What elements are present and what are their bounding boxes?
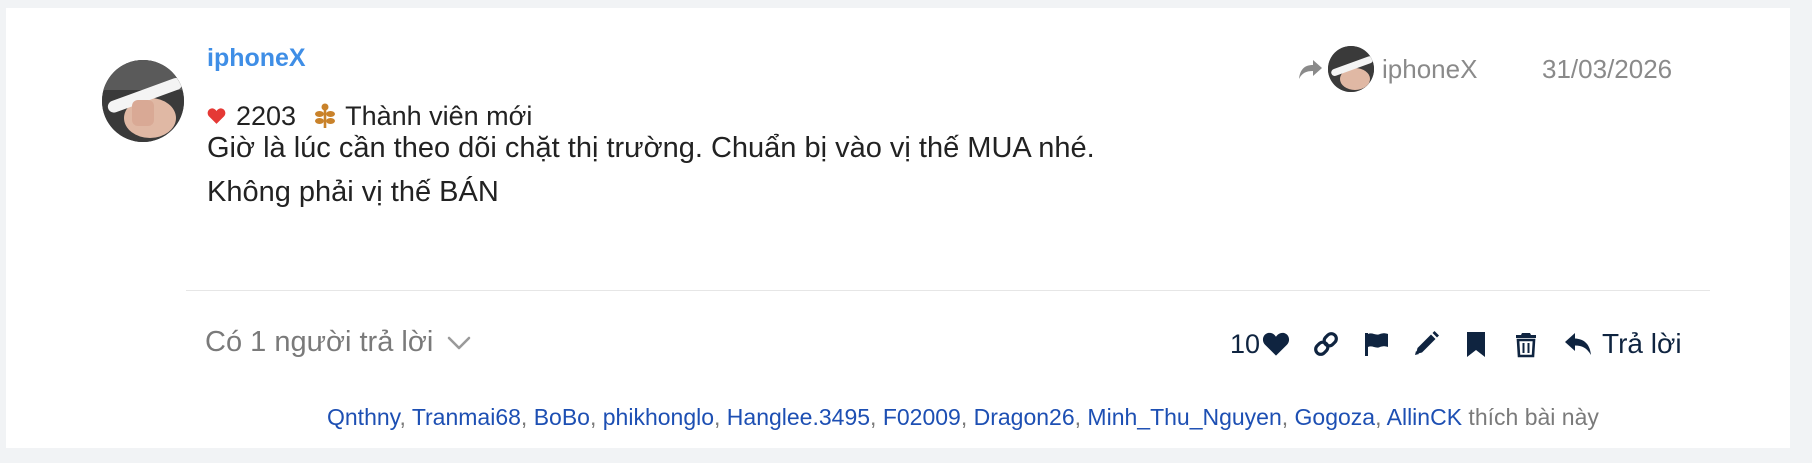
heart-icon [207, 108, 226, 124]
like-button[interactable]: 10 [1230, 329, 1290, 360]
post-date[interactable]: 31/03/2026 [1542, 54, 1672, 85]
replies-toggle[interactable]: Có 1 người trả lời [205, 326, 471, 359]
likers-suffix: thích bài này [1462, 404, 1599, 430]
chevron-down-icon [448, 336, 471, 349]
liker-separator: , [714, 404, 727, 430]
liker-separator: , [399, 404, 412, 430]
post-actions: 10 Trả lời [1230, 324, 1682, 364]
liker-separator: , [960, 404, 974, 430]
trash-icon [1516, 333, 1537, 358]
liker-link[interactable]: F02009 [883, 404, 961, 430]
heart-icon [1262, 332, 1290, 356]
liker-separator: , [1074, 404, 1088, 430]
liker-separator: , [870, 404, 883, 430]
seedling-badge-icon [315, 103, 336, 128]
liker-link[interactable]: Qnthny [327, 404, 399, 430]
report-button[interactable] [1362, 330, 1390, 358]
liker-link[interactable]: Hanglee.3495 [727, 404, 870, 430]
liker-link[interactable]: Minh_Thu_Nguyen [1087, 404, 1281, 430]
reply-button[interactable]: Trả lời [1564, 328, 1682, 360]
bookmark-button[interactable] [1462, 330, 1490, 358]
permalink-button[interactable] [1312, 330, 1340, 358]
post-card: iphoneX 2203 Thành viên mới iphoneX 31/0… [6, 8, 1790, 448]
reply-to-username: iphoneX [1382, 53, 1478, 84]
flag-icon [1365, 333, 1389, 356]
liker-link[interactable]: BoBo [534, 404, 590, 430]
liker-link[interactable]: Gogoza [1295, 404, 1376, 430]
pencil-icon [1415, 331, 1440, 355]
likers-names: Qnthny, Tranmai68, BoBo, phikhonglo, Han… [327, 404, 1462, 430]
post-username[interactable]: iphoneX [207, 44, 306, 73]
delete-button[interactable] [1512, 330, 1540, 358]
replies-label: Có 1 người trả lời [205, 326, 434, 358]
post-body-line-2: Không phải vị thế BÁN [207, 176, 499, 208]
liker-separator: , [1281, 404, 1295, 430]
mini-avatar-image [1328, 46, 1374, 92]
liker-separator: , [520, 404, 534, 430]
liker-separator: , [589, 404, 603, 430]
liker-separator: , [1375, 404, 1387, 430]
avatar-image [102, 60, 184, 142]
likers-list: Qnthny, Tranmai68, BoBo, phikhonglo, Han… [327, 404, 1599, 431]
share-arrow-icon [1299, 60, 1322, 79]
reaction-score: 2203 [236, 100, 297, 131]
user-meta: 2203 Thành viên mới [207, 100, 532, 132]
like-count: 10 [1230, 328, 1261, 359]
reply-to-avatar [1328, 46, 1374, 92]
liker-link[interactable]: Tranmai68 [412, 404, 521, 430]
link-icon [1314, 332, 1338, 356]
edit-button[interactable] [1412, 330, 1440, 358]
liker-link[interactable]: Dragon26 [974, 404, 1075, 430]
bookmark-icon [1467, 332, 1486, 357]
post-divider [186, 290, 1710, 291]
liker-link[interactable]: phikhonglo [603, 404, 714, 430]
reply-to-indicator[interactable]: iphoneX [1298, 44, 1477, 94]
post-body-line-1: Giờ là lúc cần theo dõi chặt thị trường.… [207, 132, 1095, 164]
reply-button-label: Trả lời [1602, 328, 1682, 359]
user-title: Thành viên mới [345, 100, 533, 131]
liker-link[interactable]: AllinCK [1387, 404, 1462, 430]
reply-arrow-icon [1565, 333, 1592, 355]
user-avatar[interactable] [102, 60, 184, 142]
